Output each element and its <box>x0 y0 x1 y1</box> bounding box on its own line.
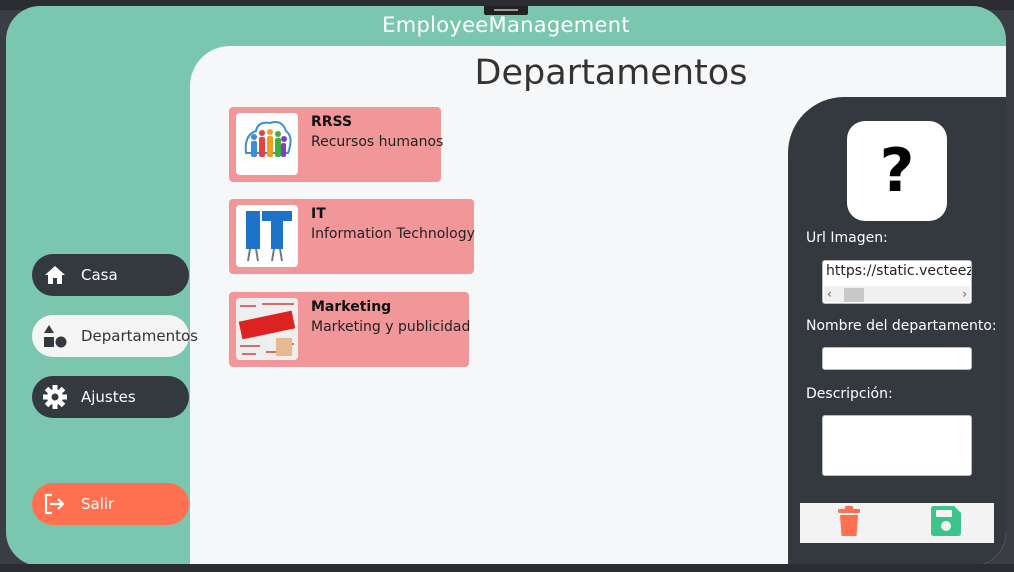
app-title: EmployeeManagement <box>382 13 630 37</box>
nav-item-label: Casa <box>81 266 118 284</box>
department-description: Information Technology <box>311 226 475 242</box>
nav-item-departamentos[interactable]: Departamentos <box>32 315 198 357</box>
nav-item-label: Departamentos <box>81 327 198 345</box>
department-description: Marketing y publicidad <box>311 319 471 335</box>
scroll-left-icon[interactable]: ‹ <box>827 286 832 302</box>
description-input[interactable] <box>822 415 972 476</box>
department-name: IT <box>311 206 326 222</box>
delete-button[interactable] <box>829 505 869 541</box>
it-letters <box>236 205 298 267</box>
department-card-rrss[interactable]: RRSS Recursos humanos <box>229 107 444 182</box>
scrollbar-thumb[interactable] <box>844 288 864 302</box>
nav-item-casa[interactable]: Casa <box>32 254 189 296</box>
url-input[interactable]: https://static.vecteezy. ‹ › <box>822 260 972 304</box>
description-label: Descripción: <box>806 386 893 402</box>
home-icon <box>42 262 68 288</box>
save-button[interactable] <box>926 505 966 541</box>
people-logo <box>236 113 298 175</box>
page-title: Departamentos <box>474 53 748 93</box>
department-name-input[interactable] <box>822 347 972 370</box>
gear-icon <box>42 384 68 410</box>
url-label: Url Imagen: <box>806 230 888 246</box>
department-description: Recursos humanos <box>311 134 444 150</box>
editor-toolbar <box>800 503 994 543</box>
nav-item-ajustes[interactable]: Ajustes <box>32 376 189 418</box>
trash-icon <box>837 506 861 540</box>
save-icon <box>930 506 961 540</box>
nav-item-label: Ajustes <box>81 388 136 406</box>
logout-button[interactable]: Salir <box>32 483 189 525</box>
shapes-icon <box>42 323 68 349</box>
department-card-it[interactable]: IT Information Technology <box>229 199 475 274</box>
department-name: RRSS <box>311 114 353 130</box>
logout-label: Salir <box>81 495 115 513</box>
name-label: Nombre del departamento: <box>806 318 997 334</box>
department-name: Marketing <box>311 299 392 315</box>
question-mark-icon: ? <box>847 121 947 221</box>
marketing-collage <box>236 298 298 360</box>
app-window: EmployeeManagement Departamentos Casa De… <box>6 6 1006 566</box>
logout-icon <box>42 491 68 517</box>
department-card-marketing[interactable]: Marketing Marketing y publicidad <box>229 292 471 367</box>
url-value: https://static.vecteezy. <box>826 263 972 279</box>
host-ide-bottom-strip <box>0 564 1014 572</box>
department-editor-panel: ? Url Imagen: https://static.vecteezy. ‹… <box>788 97 1006 566</box>
url-horizontal-scrollbar[interactable]: ‹ › <box>824 286 970 302</box>
scroll-right-icon[interactable]: › <box>962 286 967 302</box>
